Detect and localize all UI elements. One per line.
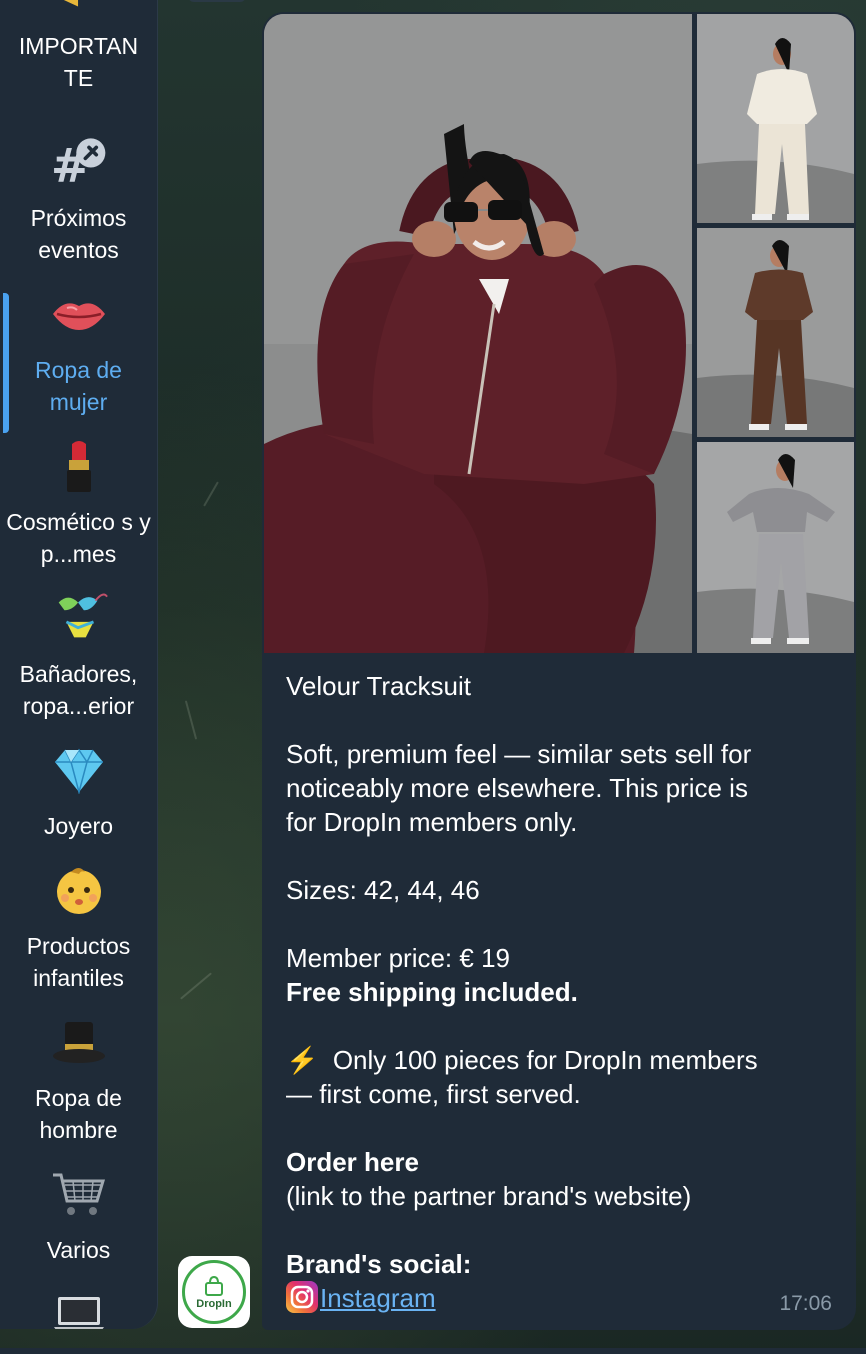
hashtag-pin-icon: # <box>49 134 109 190</box>
folder-importante[interactable]: IMPORTAN TE <box>0 0 157 94</box>
folder-varios[interactable]: Varios <box>0 1166 157 1266</box>
folder-ropa-de-mujer[interactable]: Ropa de mujer <box>0 286 157 418</box>
instagram-link[interactable]: Instagram <box>320 1283 436 1313</box>
order-title: Order here <box>286 1147 419 1177</box>
folder-joyero[interactable]: Joyero <box>0 742 157 842</box>
folder-ropa-de-hombre[interactable]: Ropa de hombre <box>0 1014 157 1146</box>
lightning-icon: ⚡ <box>286 1045 319 1075</box>
price-text: Member price: € 19 <box>286 943 510 973</box>
folder-label: Ropa de mujer <box>35 357 122 415</box>
bikini-icon <box>49 590 109 646</box>
product-title: Velour Tracksuit <box>286 671 471 701</box>
instagram-icon <box>286 1281 318 1313</box>
stock-line: ⚡ Only 100 pieces for DropIn members <box>286 1043 826 1077</box>
stock-line-2: — first come, first served. <box>286 1079 581 1109</box>
social-line: Instagram <box>286 1281 826 1315</box>
thumbnail-photo-grey[interactable] <box>697 442 854 653</box>
folder-proximos-eventos[interactable]: # Próximos eventos <box>0 134 157 266</box>
folder-sidebar: IMPORTAN TE # Próximos eventos Ropa de m… <box>0 0 158 1329</box>
description-line: noticeably more elsewhere. This price is <box>286 773 748 803</box>
channel-avatar[interactable]: DropIn <box>178 1256 250 1328</box>
shopping-bag-icon <box>205 1275 223 1296</box>
social-title: Brand's social: <box>286 1249 472 1279</box>
avatar-name: DropIn <box>196 1297 232 1310</box>
message-time: 17:06 <box>779 1292 832 1315</box>
folder-label: Próximos eventos <box>30 205 127 263</box>
folder-label: Cosmético s y p...mes <box>6 509 151 567</box>
thumbnail-photo-cream[interactable] <box>697 14 854 223</box>
folder-productos-infantiles[interactable]: Productos infantiles <box>0 862 157 994</box>
shopping-cart-icon <box>49 1166 109 1222</box>
message-text: Velour Tracksuit Soft, premium feel — si… <box>286 669 826 1315</box>
folder-banadores[interactable]: Bañadores, ropa...erior <box>0 590 157 722</box>
lipstick-icon <box>49 438 109 494</box>
stock-text: Only 100 pieces for DropIn members <box>332 1045 758 1075</box>
lips-icon <box>49 286 109 342</box>
folder-label: Bañadores, ropa...erior <box>19 661 138 719</box>
description-line: Soft, premium feel — similar sets sell f… <box>286 739 752 769</box>
folder-label: Varios <box>46 1237 111 1263</box>
shipping-text: Free shipping included. <box>286 977 578 1007</box>
message-bubble: Velour Tracksuit Soft, premium feel — si… <box>262 12 856 1330</box>
folder-label: Ropa de hombre <box>35 1085 122 1143</box>
avatar-logo: DropIn <box>182 1260 246 1324</box>
thumbnail-photo-brown[interactable] <box>697 228 854 437</box>
input-bar-edge <box>0 1348 866 1354</box>
megaphone-icon <box>49 0 109 18</box>
folder-cosmeticos[interactable]: Cosmético s y p...mes <box>0 438 157 570</box>
baby-icon <box>49 862 109 918</box>
folder-laptop[interactable] <box>0 1286 157 1329</box>
laptop-icon <box>49 1286 109 1329</box>
gem-icon <box>49 742 109 798</box>
top-date-pill <box>188 0 246 2</box>
order-note: (link to the partner brand's website) <box>286 1181 692 1211</box>
sizes-text: Sizes: 42, 44, 46 <box>286 875 480 905</box>
main-photo[interactable] <box>264 14 692 653</box>
top-hat-icon <box>49 1014 109 1070</box>
folder-label: Productos infantiles <box>26 933 131 991</box>
description-line: for DropIn members only. <box>286 807 578 837</box>
folder-label: IMPORTAN TE <box>18 33 139 91</box>
folder-label: Joyero <box>43 813 114 839</box>
